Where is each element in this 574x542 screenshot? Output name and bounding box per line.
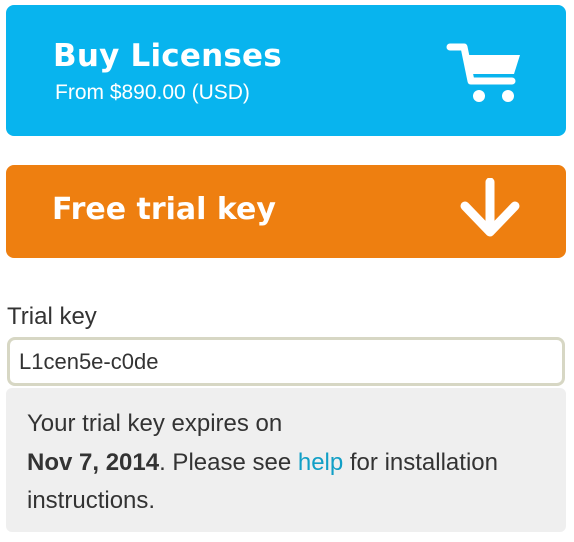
free-trial-key-title: Free trial key	[52, 192, 276, 227]
trial-key-label: Trial key	[7, 303, 97, 330]
notice-prefix-text: Your trial key expires on	[27, 410, 283, 437]
buy-licenses-price: From $890.00 (USD)	[55, 81, 250, 104]
free-trial-key-button[interactable]: Free trial key	[6, 165, 566, 258]
trial-key-input[interactable]	[7, 337, 565, 386]
buy-licenses-title: Buy Licenses	[53, 38, 282, 74]
trial-expiry-notice: Your trial key expires on Nov 7, 2014. P…	[6, 388, 566, 532]
cart-icon	[446, 43, 520, 102]
expiry-date: Nov 7, 2014	[27, 448, 160, 476]
download-arrow-icon	[460, 178, 520, 237]
buy-licenses-button[interactable]: Buy Licenses From $890.00 (USD)	[6, 5, 566, 136]
notice-mid-text: . Please see	[159, 448, 298, 476]
help-link[interactable]: help	[298, 449, 343, 476]
